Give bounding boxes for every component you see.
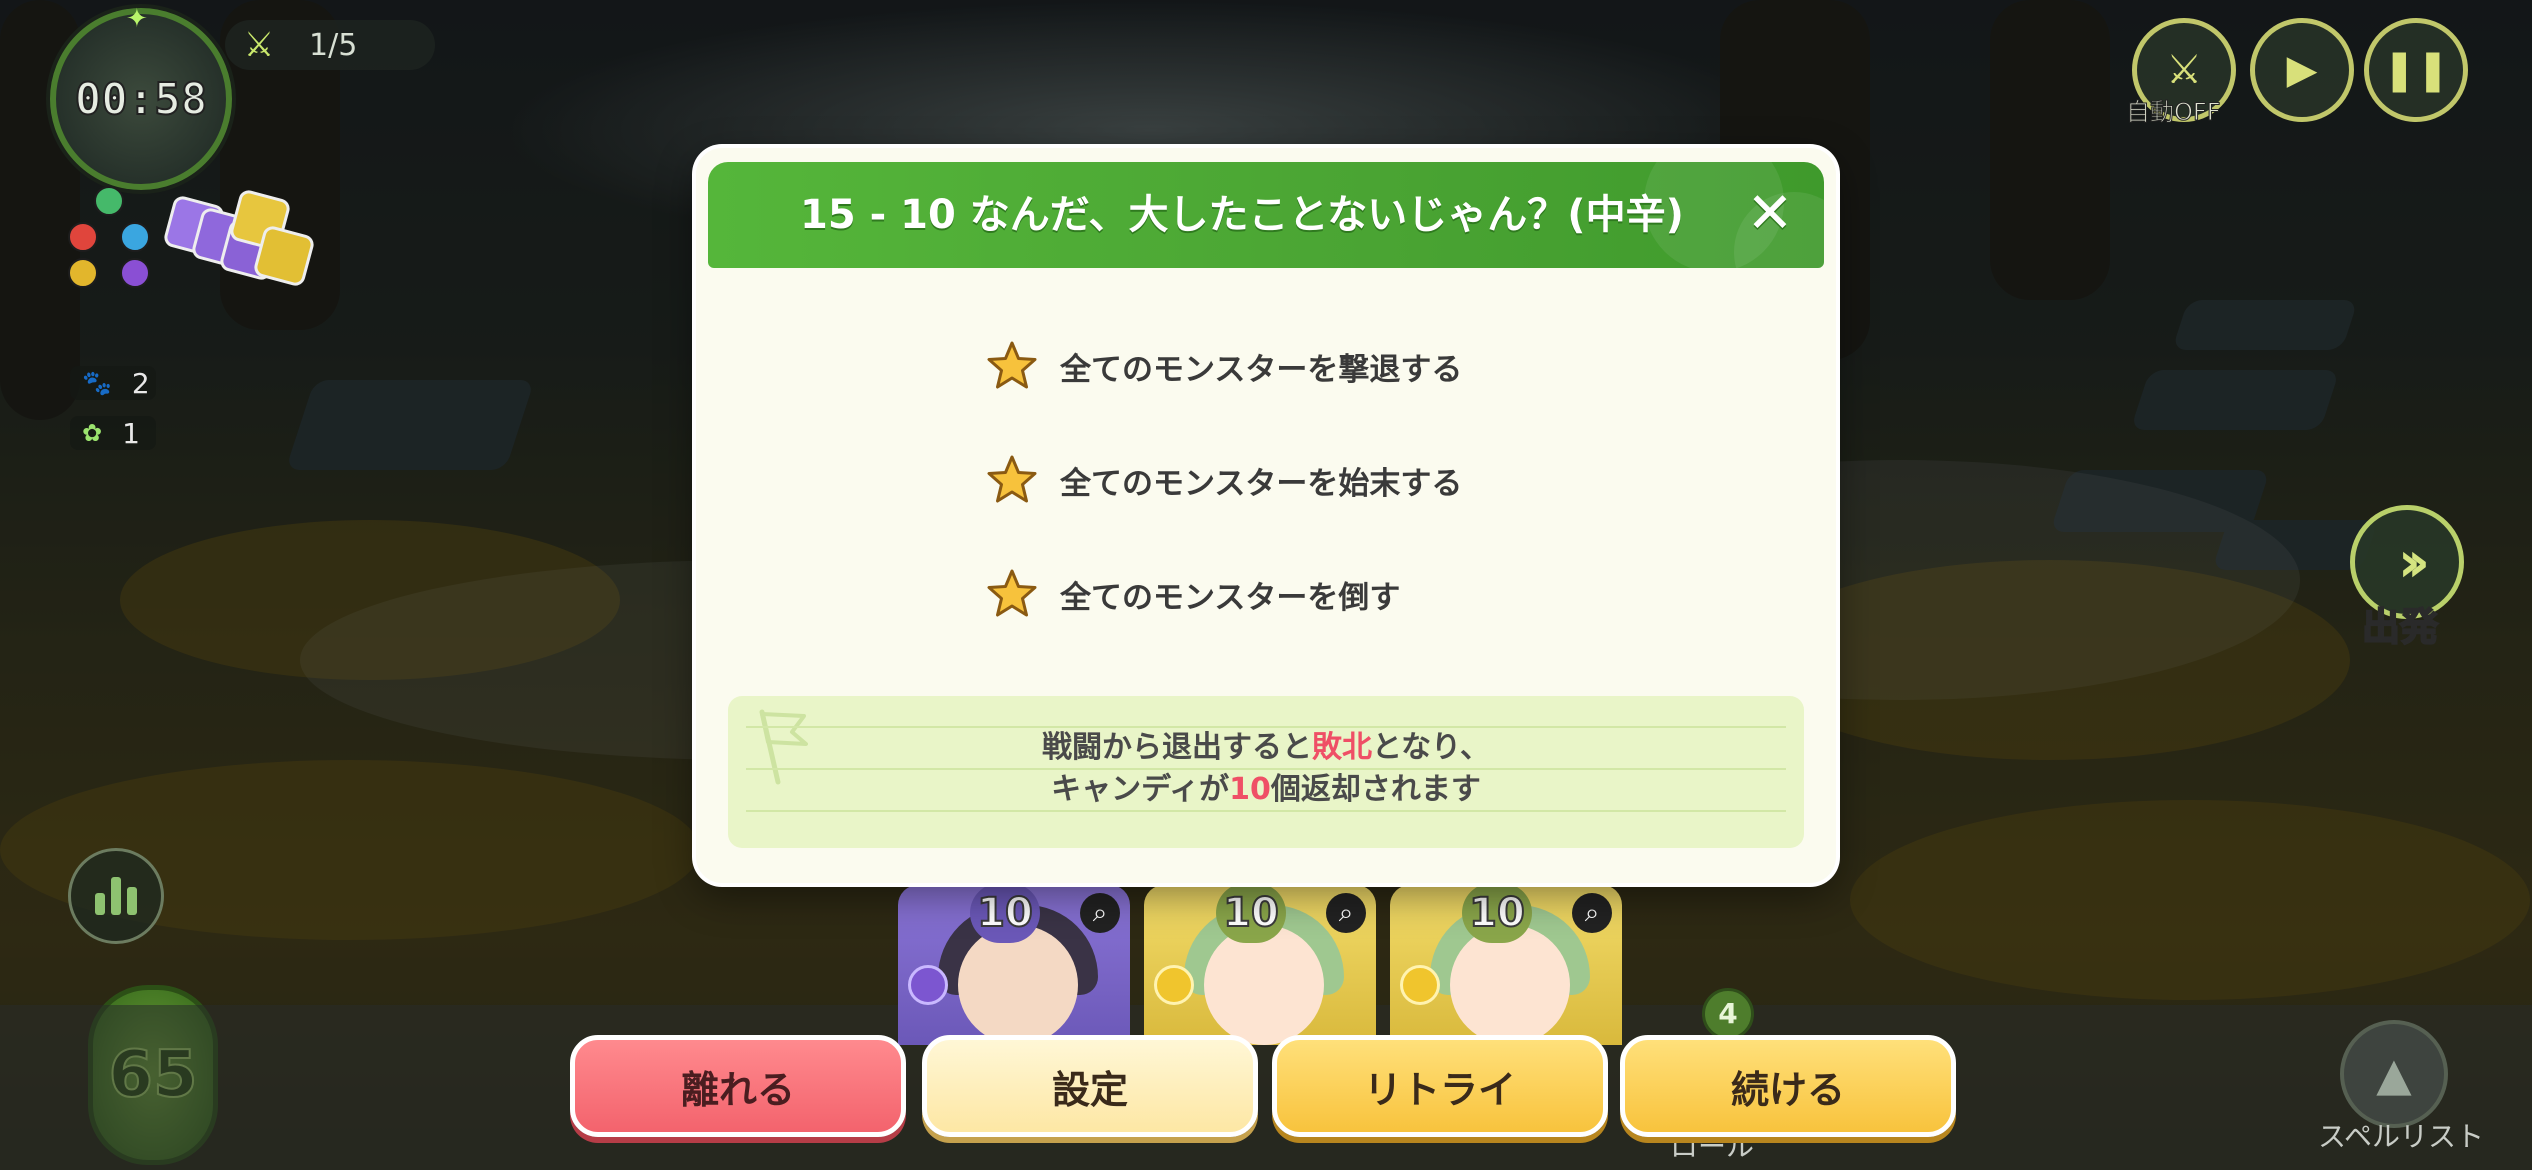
hero-portrait (958, 925, 1078, 1045)
mission-text: 全てのモンスターを始末する (1060, 465, 1463, 502)
double-chevron-icon: ›› (2397, 529, 2430, 595)
modal-header: 15 - 10 なんだ、大したことないじゃん？(中辛) ✕ (708, 162, 1824, 268)
mission-item: 全てのモンスターを倒す (986, 564, 1400, 624)
fire-element-icon (68, 222, 98, 252)
leave-button-label: 離れる (680, 1067, 795, 1112)
pause-icon: ❚❚ (2382, 47, 2450, 93)
spell-list-button[interactable]: ▲ (2340, 1020, 2448, 1128)
hero-level-badge: 10 (1462, 885, 1532, 943)
witch-hat-icon: ▲ (2376, 1047, 2412, 1101)
notice-rule (746, 810, 1786, 812)
element-chart (62, 182, 152, 292)
magnify-icon[interactable]: ⌕ (1080, 893, 1120, 933)
depart-label: 出発 (2361, 604, 2439, 650)
mission-text: 全てのモンスターを撃退する (1060, 351, 1463, 388)
exit-warning-notice: 戦闘から退出すると敗北となり、 キャンディが10個返却されます (728, 696, 1804, 848)
notice-line-2: キャンディが10個返却されます (728, 764, 1804, 808)
magnify-icon[interactable]: ⌕ (1326, 893, 1366, 933)
light-element-icon (68, 258, 98, 288)
notice-text: キャンディが (1051, 772, 1230, 807)
auto-label: 自動OFF (2126, 98, 2221, 127)
pause-button[interactable]: ❚❚ (2364, 18, 2468, 122)
hero-level-badge: 10 (1216, 885, 1286, 943)
hero-portrait (1450, 925, 1570, 1045)
sprout-count: 1 (122, 416, 140, 450)
mission-text: 全てのモンスターを倒す (1060, 579, 1401, 616)
speed-play-button[interactable]: ▶ (2250, 18, 2354, 122)
hero-portrait (1204, 925, 1324, 1045)
hero-card[interactable]: 10 ⌕ (898, 885, 1130, 1045)
mission-item: 全てのモンスターを撃退する (986, 336, 1462, 396)
leave-button[interactable]: 離れる (570, 1035, 906, 1137)
close-icon[interactable]: ✕ (1742, 186, 1798, 242)
bar-chart-icon (95, 893, 105, 915)
light-element-icon (1400, 965, 1440, 1005)
bar-chart-icon (111, 877, 121, 915)
settings-button[interactable]: 設定 (922, 1035, 1258, 1137)
continue-button[interactable]: 続ける (1620, 1035, 1956, 1137)
hero-card[interactable]: 10 ⌕ (1144, 885, 1376, 1045)
stage-info-modal: 15 - 10 なんだ、大したことないじゃん？(中辛) ✕ 全てのモンスターを撃… (696, 148, 1836, 883)
star-icon (987, 569, 1037, 617)
notice-text: 個返却されます (1270, 772, 1481, 807)
paw-counter: 🐾 2 (70, 366, 156, 400)
notice-highlight: 敗北 (1312, 730, 1373, 765)
retry-button[interactable]: リトライ (1272, 1035, 1608, 1137)
timer-text: 00:58 (74, 73, 208, 126)
star-icon (987, 455, 1037, 503)
crossed-swords-icon: ⚔ (2166, 47, 2202, 93)
sparkle-icon: ✦ (126, 4, 148, 34)
star-icon (987, 341, 1037, 389)
sprout-counter: ✿ 1 (70, 416, 156, 450)
mission-item: 全てのモンスターを始末する (986, 450, 1462, 510)
stats-button[interactable] (68, 848, 164, 944)
magnify-icon[interactable]: ⌕ (1572, 893, 1612, 933)
modal-title: 15 - 10 なんだ、大したことないじゃん？(中辛) (800, 192, 1684, 238)
paw-icon: 🐾 (82, 369, 112, 397)
notice-text: となり、 (1372, 730, 1490, 765)
sprout-icon: ✿ (82, 419, 103, 447)
bar-chart-icon (127, 887, 137, 915)
notice-line-1: 戦闘から退出すると敗北となり、 (728, 722, 1804, 766)
dark-element-icon (120, 258, 150, 288)
dark-element-icon (908, 965, 948, 1005)
water-element-icon (120, 222, 150, 252)
continue-button-label: 続ける (1730, 1067, 1845, 1112)
wave-counter: ⚔ 1/5 (225, 20, 435, 70)
gem-stack (162, 188, 316, 288)
crossed-swords-icon: ⚔ (243, 25, 275, 65)
settings-button-label: 設定 (1051, 1067, 1128, 1112)
hero-card[interactable]: 10 ⌕ (1390, 885, 1622, 1045)
light-element-icon (1154, 965, 1194, 1005)
paw-count: 2 (131, 366, 150, 400)
spell-list-label: スペルリスト (2318, 1120, 2485, 1153)
retry-button-label: リトライ (1363, 1067, 1516, 1112)
play-icon: ▶ (2286, 47, 2318, 93)
notice-text: 戦闘から退出すると (1042, 730, 1313, 765)
wave-text: 1/5 (309, 27, 358, 63)
wind-element-icon (94, 186, 124, 216)
notice-highlight: 10 (1229, 772, 1271, 807)
battle-timer: ✦ 00:58 (50, 4, 232, 190)
slot-count-badge: 4 (1702, 988, 1754, 1040)
hero-level-badge: 10 (970, 885, 1040, 943)
